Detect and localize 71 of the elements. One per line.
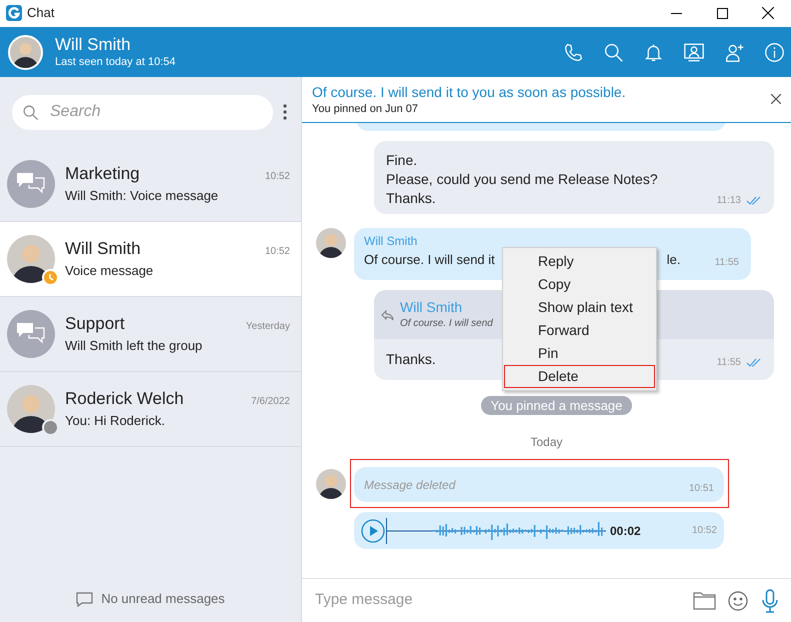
chat-preview: Will Smith left the group [65,336,204,355]
sender-name: Will Smith [364,233,418,250]
add-user-icon[interactable] [724,42,745,62]
message-text: Of course. I will send it [364,251,495,269]
avatar-icon [316,468,346,498]
screen-share-icon[interactable] [683,42,705,62]
emoji-icon[interactable] [728,590,748,610]
pinned-note: You pinned on Jun 07 [312,102,420,117]
chat-name: Will Smith [65,238,141,260]
window-title: Chat [27,4,54,22]
message-text: Thanks. [386,350,436,369]
avatar-icon [316,228,346,258]
last-seen-text: Last seen today at 10:54 [55,55,176,69]
no-unread-text: No unread messages [101,590,225,608]
chat-preview: Voice message [65,262,154,280]
waveform-drawing[interactable] [386,516,608,544]
avatar-icon [8,34,43,70]
maximize-icon[interactable] [716,8,728,18]
message-time: 10:52 [692,524,717,538]
chat-time: 10:52 [264,170,290,184]
app-logo-icon [6,5,22,21]
menu-item[interactable]: Forward [504,319,655,342]
microphone-icon[interactable] [762,588,778,612]
system-message: You pinned a message [480,396,632,415]
message-time: 10:51 [688,482,714,496]
quoted-sender: Will Smith [400,298,462,316]
chat-time: Yesterday [246,320,290,334]
group-chat-icon [7,160,55,208]
play-icon[interactable] [361,518,385,542]
close-icon[interactable] [771,94,781,104]
message-text: Please, could you send me Release Notes? [386,170,658,189]
chat-time: 7/6/2022 [251,394,290,408]
message-time: 11:13 [716,194,741,208]
chat-name: Marketing [65,162,140,184]
more-icon[interactable] [283,104,287,120]
message-input[interactable]: Type message [315,589,693,612]
group-chat-icon [7,310,55,358]
reply-arrow-icon [381,310,394,320]
chat-bubble-icon [76,592,94,606]
menu-item[interactable]: Delete [504,365,655,388]
chat-name: Support [65,312,125,334]
chat-time: 10:52 [264,244,290,258]
voice-duration: 00:02 [610,522,641,540]
folder-icon[interactable] [693,591,716,610]
avatar-icon [7,235,55,283]
contact-name: Will Smith [55,35,132,55]
message-time: 11:55 [714,256,739,270]
date-divider: Today [530,434,563,451]
menu-item[interactable]: Show plain text [504,296,655,319]
menu-item[interactable]: Copy [504,273,655,296]
bell-icon[interactable] [643,42,664,62]
search-icon [22,104,39,120]
phone-icon[interactable] [563,42,584,62]
chat-preview: Will Smith: Voice message [65,186,220,205]
avatar-icon [7,385,55,433]
info-icon[interactable] [764,42,785,62]
message-text: Thanks. [386,189,437,208]
message-text: Fine. [386,151,418,170]
pinned-message-text: Of course. I will send it to you as soon as possible. [312,83,626,101]
search-icon[interactable] [603,42,624,62]
menu-item[interactable]: Pin [504,342,655,365]
chat-name: Roderick Welch [65,388,184,410]
message-text: le. [666,251,681,269]
chat-preview: You: Hi Roderick. [65,412,166,430]
close-icon[interactable] [762,7,774,19]
message-time: 11:55 [716,356,741,370]
quoted-text: Of course. I will send [400,317,493,331]
search-field[interactable]: Search [12,94,273,130]
deleted-message-text: Message deleted [364,476,456,494]
menu-item[interactable]: Reply [504,250,655,273]
chat-list-item[interactable]: Will Smith 10:52 Voice message [0,222,301,297]
